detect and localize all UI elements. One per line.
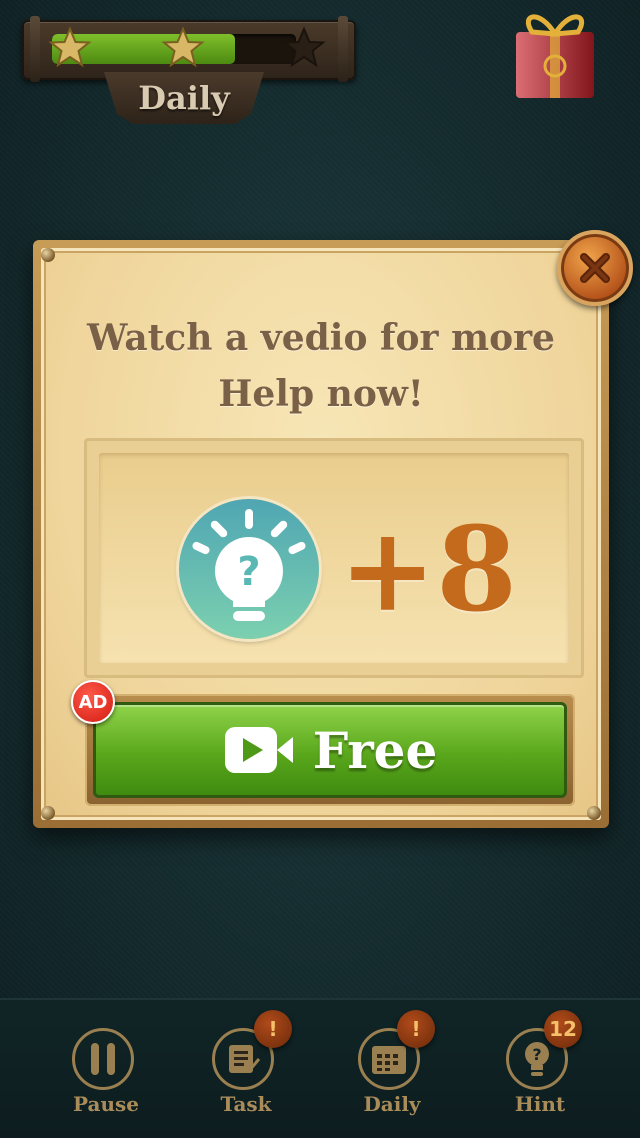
hint-button[interactable]: ? 12 Hint bbox=[490, 1010, 590, 1128]
watch-video-dialog: Watch a vedio for more Help now! ? +8 Fr… bbox=[33, 240, 609, 828]
rivet bbox=[41, 248, 55, 262]
svg-text:?: ? bbox=[237, 549, 260, 595]
ad-badge-label: AD bbox=[78, 691, 108, 713]
daily-progress-bar bbox=[22, 16, 356, 82]
free-button[interactable]: Free bbox=[93, 702, 567, 798]
daily-tab[interactable]: Daily bbox=[104, 72, 264, 124]
reward-panel: ? +8 bbox=[99, 453, 569, 663]
rivet bbox=[587, 806, 601, 820]
star-filled-icon bbox=[161, 26, 205, 68]
daily-button[interactable]: ! Daily bbox=[342, 1010, 442, 1128]
free-button-label: Free bbox=[312, 720, 438, 780]
free-button-frame: Free bbox=[85, 694, 575, 806]
daily-badge-text: ! bbox=[411, 1017, 421, 1041]
hint-label: Hint bbox=[514, 1092, 566, 1116]
task-label: Task bbox=[220, 1092, 272, 1116]
hint-bulb-icon: ? bbox=[179, 499, 319, 639]
daily-tab-label: Daily bbox=[138, 79, 230, 117]
close-button[interactable] bbox=[557, 230, 633, 306]
dialog-panel: Watch a vedio for more Help now! ? +8 Fr… bbox=[41, 248, 601, 820]
video-camera-icon bbox=[224, 727, 293, 773]
ad-badge: AD bbox=[71, 680, 115, 724]
reward-box: ? +8 bbox=[84, 438, 584, 678]
svg-text:?: ? bbox=[532, 1045, 541, 1064]
task-alert-badge: ! bbox=[254, 1010, 292, 1048]
star-filled-icon bbox=[48, 26, 92, 68]
daily-label: Daily bbox=[363, 1092, 421, 1116]
pause-label: Pause bbox=[73, 1092, 139, 1116]
dialog-title-line1: Watch a vedio for more bbox=[87, 317, 555, 359]
close-icon bbox=[580, 253, 610, 283]
dialog-title-line2: Help now! bbox=[218, 373, 424, 415]
hint-count-text: 12 bbox=[549, 1017, 577, 1041]
hint-count-badge: 12 bbox=[544, 1010, 582, 1048]
reward-amount: +8 bbox=[339, 502, 517, 638]
task-badge-text: ! bbox=[268, 1017, 278, 1041]
task-button[interactable]: ! Task bbox=[196, 1010, 296, 1128]
dialog-title: Watch a vedio for more Help now! bbox=[41, 310, 601, 422]
rivet bbox=[41, 806, 55, 820]
gift-box-icon[interactable] bbox=[510, 4, 600, 104]
pause-button[interactable]: Pause bbox=[56, 1028, 156, 1128]
daily-alert-badge: ! bbox=[397, 1010, 435, 1048]
pause-icon bbox=[72, 1028, 134, 1090]
star-empty-icon bbox=[282, 26, 326, 68]
bottom-toolbar: Pause ! Task ! Daily ? 12 Hint bbox=[0, 998, 640, 1138]
